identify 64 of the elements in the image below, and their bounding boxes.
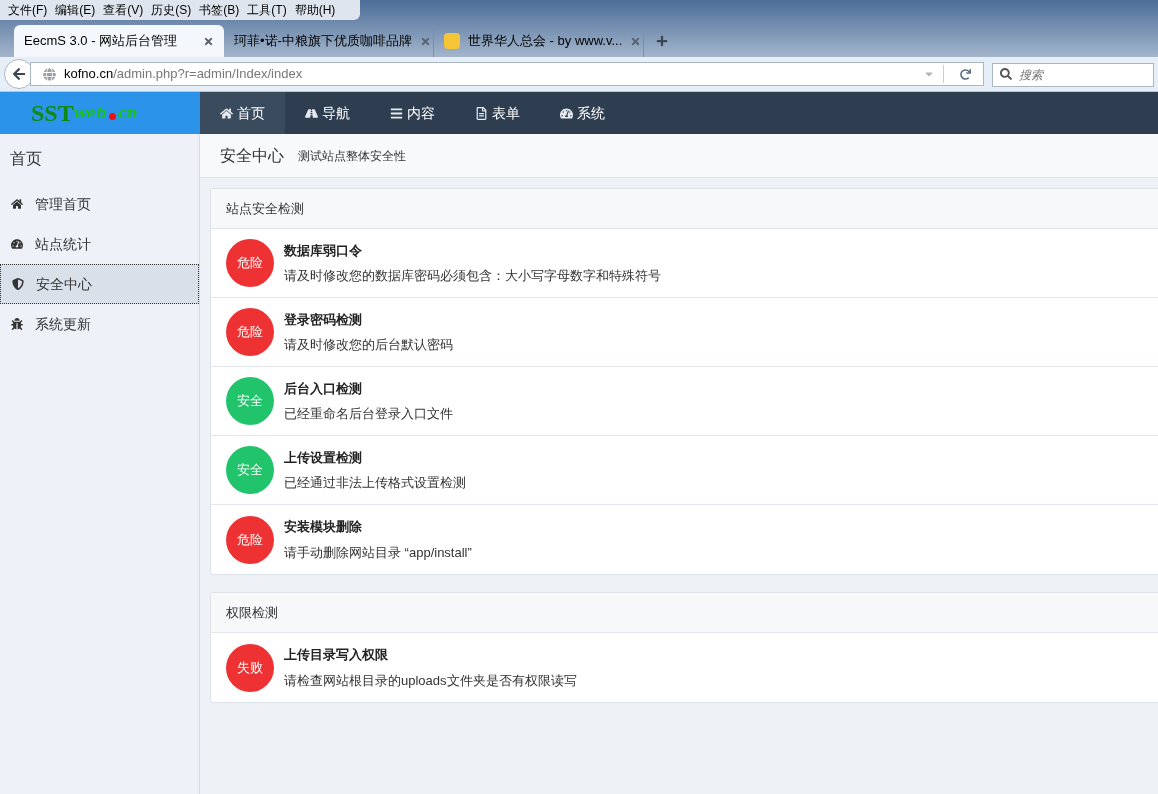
close-icon[interactable]: [630, 35, 642, 47]
reload-icon[interactable]: [960, 68, 971, 80]
page-subtitle: 测试站点整体安全性: [298, 147, 406, 165]
tab-title: 珂菲•诺-中粮旗下优质咖啡品牌: [234, 32, 412, 51]
panel-title: 站点安全检测: [226, 199, 304, 218]
tab-title: EecmS 3.0 - 网站后台管理: [24, 32, 179, 51]
tab-title: 世界华人总会 - by www.v...: [468, 32, 623, 51]
sidebar-item[interactable]: 管理首页: [0, 184, 199, 224]
back-arrow-icon: [12, 67, 26, 81]
close-icon[interactable]: [203, 35, 214, 47]
menu-item[interactable]: 编辑(E): [51, 1, 100, 19]
search-icon: [1000, 68, 1012, 80]
check-title: 安装模块删除: [284, 518, 363, 536]
nav-tab[interactable]: 系统: [540, 92, 625, 134]
page-title: 安全中心: [220, 145, 284, 166]
browser-tab[interactable]: EecmS 3.0 - 网站后台管理: [14, 25, 224, 57]
nav-tab[interactable]: 内容: [370, 92, 455, 134]
sidebar-item[interactable]: 系统更新: [0, 304, 199, 344]
list-icon: [390, 106, 403, 120]
home-icon: [11, 198, 23, 210]
check-title: 上传设置检测: [284, 448, 363, 467]
new-tab-icon[interactable]: [656, 35, 668, 47]
shield-icon: [12, 278, 24, 290]
gauge-icon: [560, 106, 573, 120]
check-title: 后台入口检测: [284, 379, 363, 398]
check-title: 数据库弱口令: [284, 241, 363, 260]
road-icon: [305, 106, 318, 120]
check-description: 请及时修改您的后台默认密码: [284, 336, 453, 354]
gauge-icon: [11, 238, 23, 250]
status-badge: 危险: [226, 239, 274, 287]
check-description: 已经重命名后台登录入口文件: [284, 405, 453, 423]
menu-item[interactable]: 历史(S): [147, 1, 196, 19]
check-description: 请手动删除网站目录 “app/install”: [284, 543, 472, 562]
close-icon[interactable]: [419, 35, 431, 47]
menu-item[interactable]: 查看(V): [99, 1, 148, 19]
nav-tab[interactable]: 首页: [200, 92, 285, 134]
check-title: 登录密码检测: [284, 310, 363, 329]
check-description: 请检查网站根目录的uploads文件夹是否有权限读写: [284, 671, 577, 690]
check-description: 已经通过非法上传格式设置检测: [284, 474, 466, 492]
sidebar-item[interactable]: 安全中心: [0, 264, 199, 304]
status-badge: 安全: [226, 377, 274, 425]
menu-item[interactable]: 帮助(H): [290, 1, 340, 19]
sidebar-item[interactable]: 站点统计: [0, 224, 199, 264]
menu-item[interactable]: 文件(F): [4, 1, 52, 19]
address-bar[interactable]: kofno.cn/admin.php?r=admin/Index/index: [30, 62, 984, 86]
nav-tab[interactable]: 表单: [455, 92, 540, 134]
home-icon: [220, 106, 233, 120]
status-badge: 失败: [226, 643, 274, 692]
url-text: kofno.cn/admin.php?r=admin/Index/index: [64, 65, 304, 84]
logo: SSTweb cn: [0, 92, 200, 134]
document-icon: [475, 106, 488, 120]
status-badge: 危险: [226, 308, 274, 356]
panel-title: 权限检测: [226, 603, 278, 622]
search-field[interactable]: 搜索: [992, 63, 1154, 87]
menu-item[interactable]: 工具(T): [243, 1, 291, 19]
bug-icon: [11, 318, 23, 330]
status-badge: 安全: [226, 446, 274, 494]
menu-item[interactable]: 书签(B): [195, 1, 244, 19]
status-badge: 危险: [226, 515, 274, 564]
nav-tab[interactable]: 导航: [285, 92, 370, 134]
globe-icon: [43, 67, 56, 81]
sidebar-title: 首页: [9, 149, 43, 169]
check-title: 上传目录写入权限: [284, 646, 389, 664]
check-description: 请及时修改您的数据库密码必须包含：大小写字母数字和特殊符号: [284, 267, 661, 285]
